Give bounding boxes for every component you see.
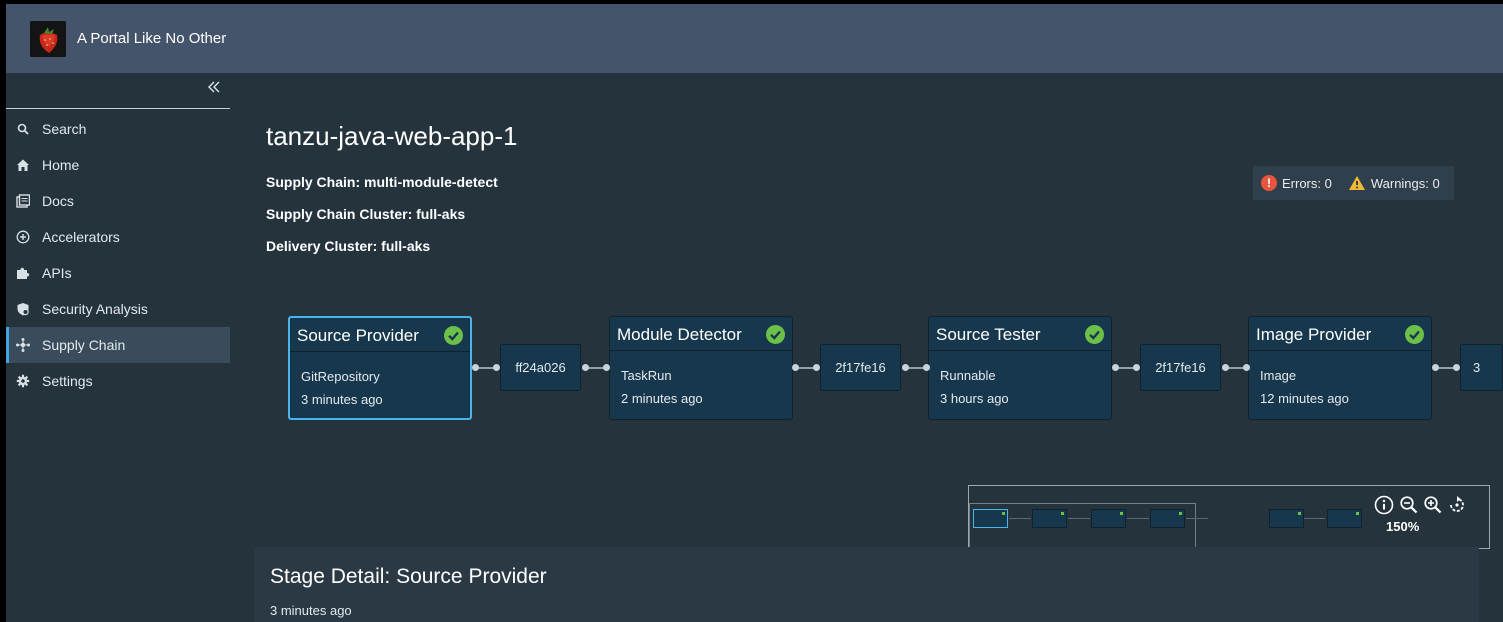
stage-detail-panel: Stage Detail: Source Provider 3 minutes … <box>254 547 1479 622</box>
sidebar-item-search[interactable]: Search <box>6 111 230 147</box>
stage-detail-title: Stage Detail: Source Provider <box>270 565 547 588</box>
sidebar-item-docs[interactable]: Docs <box>6 183 230 219</box>
stage-title: Source Tester <box>936 325 1041 344</box>
edge-port <box>1432 364 1439 371</box>
stage-node-image-provider[interactable]: Image Provider Image 12 minutes ago <box>1248 316 1432 420</box>
check-circle-icon <box>1405 325 1424 344</box>
sidebar-item-apis[interactable]: APIs <box>6 255 230 291</box>
sidebar-item-label: Settings <box>42 373 93 389</box>
minimap-node <box>1032 509 1067 528</box>
sidebar-item-label: APIs <box>42 265 72 281</box>
stage-title: Image Provider <box>1256 325 1372 344</box>
stage-node-header: Source Tester <box>929 317 1111 351</box>
check-circle-icon <box>766 325 785 344</box>
search-icon <box>16 121 30 137</box>
revision-node[interactable]: ff24a026 <box>500 344 581 391</box>
sidebar-item-label: Accelerators <box>42 229 120 245</box>
edge-port <box>1112 364 1119 371</box>
stage-time: 12 minutes ago <box>1260 391 1349 406</box>
sidebar-item-label: Search <box>42 121 87 137</box>
sidebar-divider <box>6 108 230 109</box>
edge-port <box>493 364 500 371</box>
app-title: A Portal Like No Other <box>77 30 227 47</box>
shield-icon <box>16 301 30 317</box>
sidebar-item-label: Home <box>42 157 80 173</box>
stage-kind: Image <box>1260 368 1297 383</box>
edge-port <box>923 364 930 371</box>
minimap-edge <box>1303 518 1325 519</box>
zoom-in-icon[interactable] <box>1423 495 1443 515</box>
stage-time: 3 hours ago <box>940 391 1009 406</box>
sidebar-item-home[interactable]: Home <box>6 147 230 183</box>
stage-kind: GitRepository <box>301 369 380 384</box>
edge-port <box>813 364 820 371</box>
sidebar-item-label: Docs <box>42 193 74 209</box>
graph-minimap[interactable]: 150% <box>968 485 1490 549</box>
stage-node-header: Image Provider <box>1249 317 1431 351</box>
sidebar-item-supply-chain[interactable]: Supply Chain <box>6 327 230 363</box>
stage-node-module-detector[interactable]: Module Detector TaskRun 2 minutes ago <box>609 316 793 420</box>
stage-kind: Runnable <box>940 368 996 383</box>
stage-title: Source Provider <box>297 326 419 345</box>
stage-node-header: Module Detector <box>610 317 792 351</box>
stage-time: 2 minutes ago <box>621 391 703 406</box>
revision-node[interactable]: 3 <box>1460 344 1503 391</box>
strawberry-logo[interactable] <box>30 21 66 57</box>
edge-port <box>1453 364 1460 371</box>
edge-port <box>582 364 589 371</box>
minimap-node <box>1269 509 1304 528</box>
stage-node-header: Source Provider <box>290 318 470 352</box>
gear-icon <box>16 373 30 389</box>
minimap-node <box>1327 509 1362 528</box>
revision-node[interactable]: 2f17fe16 <box>820 344 901 391</box>
zoom-level: 150% <box>1386 519 1420 534</box>
main-content: tanzu-java-web-app-1 Supply Chain: multi… <box>230 73 1503 622</box>
stage-time: 3 minutes ago <box>301 392 383 407</box>
sidebar-item-label: Security Analysis <box>42 301 148 317</box>
check-circle-icon <box>1085 325 1104 344</box>
edge-port <box>1133 364 1140 371</box>
minimap-edge <box>1009 518 1031 519</box>
docs-icon <box>16 193 31 209</box>
edge-port <box>603 364 610 371</box>
minimap-node <box>973 509 1008 528</box>
double-chevron-left-icon[interactable] <box>206 79 224 97</box>
stage-title: Module Detector <box>617 325 742 344</box>
edge-port <box>472 364 479 371</box>
plus-circle-icon <box>16 229 30 245</box>
zoom-out-icon[interactable] <box>1399 495 1419 515</box>
minimap-edge <box>1186 518 1208 519</box>
edge-port <box>1243 364 1250 371</box>
stage-node-source-provider[interactable]: Source Provider GitRepository 3 minutes … <box>288 316 472 420</box>
stage-detail-time: 3 minutes ago <box>270 603 352 618</box>
reset-icon[interactable] <box>1447 495 1467 515</box>
minimap-edge <box>1127 518 1149 519</box>
edge-port <box>902 364 909 371</box>
sidebar-item-accelerators[interactable]: Accelerators <box>6 219 230 255</box>
check-circle-icon <box>444 326 463 345</box>
sidebar: Search Home Docs Accelerators APIs Secur… <box>6 73 230 622</box>
sidebar-item-security-analysis[interactable]: Security Analysis <box>6 291 230 327</box>
minimap-node <box>1091 509 1126 528</box>
home-icon <box>16 157 30 173</box>
sidebar-item-label: Supply Chain <box>42 337 126 353</box>
app-window: A Portal Like No Other Search Home Docs <box>6 4 1503 622</box>
edge-port <box>1222 364 1229 371</box>
sidebar-item-settings[interactable]: Settings <box>6 363 230 399</box>
minimap-edge <box>1068 518 1090 519</box>
puzzle-icon <box>16 265 30 281</box>
stage-node-source-tester[interactable]: Source Tester Runnable 3 hours ago <box>928 316 1112 420</box>
top-header: A Portal Like No Other <box>6 4 1503 73</box>
info-icon[interactable] <box>1374 495 1394 515</box>
network-icon <box>16 337 30 353</box>
revision-node[interactable]: 2f17fe16 <box>1140 344 1221 391</box>
edge-port <box>792 364 799 371</box>
stage-kind: TaskRun <box>621 368 672 383</box>
minimap-node <box>1150 509 1185 528</box>
